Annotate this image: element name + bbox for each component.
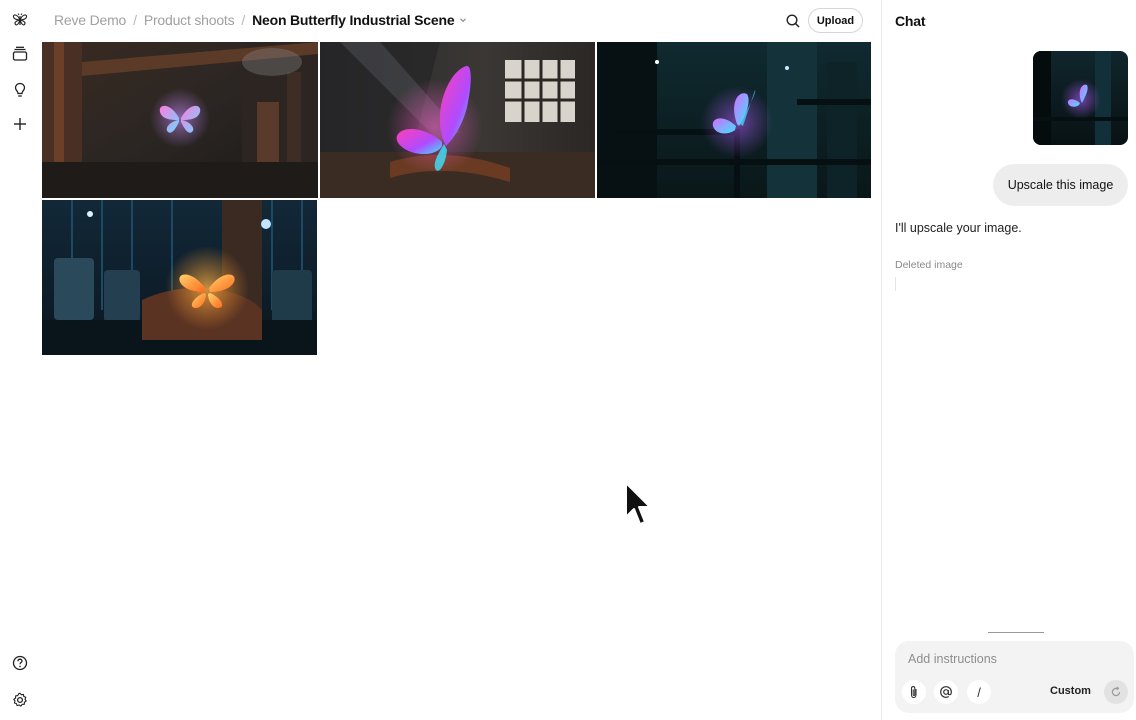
deleted-image-placeholder (895, 277, 896, 291)
breadcrumb: Reve Demo / Product shoots / Neon Butter… (54, 12, 468, 28)
breadcrumb-project[interactable]: Neon Butterfly Industrial Scene (252, 12, 454, 28)
left-rail (0, 0, 40, 720)
image-neon-butterfly-pipes (42, 42, 318, 198)
butterfly-logo-icon[interactable] (8, 8, 32, 32)
chat-image-thumbnail[interactable] (1033, 51, 1128, 145)
image-neon-butterfly-teal-factory (597, 42, 871, 198)
refresh-icon[interactable] (1104, 680, 1128, 704)
chevron-down-icon[interactable] (458, 15, 468, 25)
breadcrumb-separator: / (241, 12, 246, 28)
gallery-image-2[interactable] (320, 42, 595, 198)
user-message-bubble: Upscale this image (993, 164, 1128, 206)
image-orange-butterfly-barrels (42, 200, 317, 355)
breadcrumb-folder[interactable]: Product shoots (144, 12, 235, 28)
thumbnail-neon-butterfly-teal-factory (1033, 51, 1128, 145)
mouse-cursor-icon (624, 482, 654, 528)
scroll-divider (988, 632, 1044, 633)
chat-title: Chat (895, 13, 926, 29)
custom-button[interactable]: Custom (1050, 685, 1091, 697)
help-icon[interactable] (8, 651, 32, 675)
gallery-image-4[interactable] (42, 200, 317, 355)
slash-command-button[interactable]: / (967, 680, 991, 704)
instructions-input[interactable]: Add instructions (908, 652, 997, 666)
image-neon-butterfly-chain (320, 42, 595, 198)
deleted-image-note: Deleted image (895, 259, 963, 271)
upload-button[interactable]: Upload (808, 8, 863, 33)
breadcrumb-workspace[interactable]: Reve Demo (54, 12, 126, 28)
gallery-image-3[interactable] (597, 42, 871, 198)
gallery-image-1[interactable] (42, 42, 318, 198)
attach-icon[interactable] (902, 680, 926, 704)
assistant-message: I'll upscale your image. (895, 221, 1022, 235)
lightbulb-icon[interactable] (8, 78, 32, 102)
search-icon[interactable] (782, 10, 804, 32)
plus-icon[interactable] (8, 112, 32, 136)
top-bar: Reve Demo / Product shoots / Neon Butter… (40, 0, 872, 42)
settings-icon[interactable] (8, 688, 32, 712)
breadcrumb-separator: / (133, 12, 137, 28)
mention-icon[interactable] (934, 680, 958, 704)
chat-panel: Chat Upscale this image I'll upscale you… (881, 0, 1136, 720)
stack-icon[interactable] (8, 42, 32, 66)
chat-composer: Add instructions / Custom (895, 641, 1134, 713)
